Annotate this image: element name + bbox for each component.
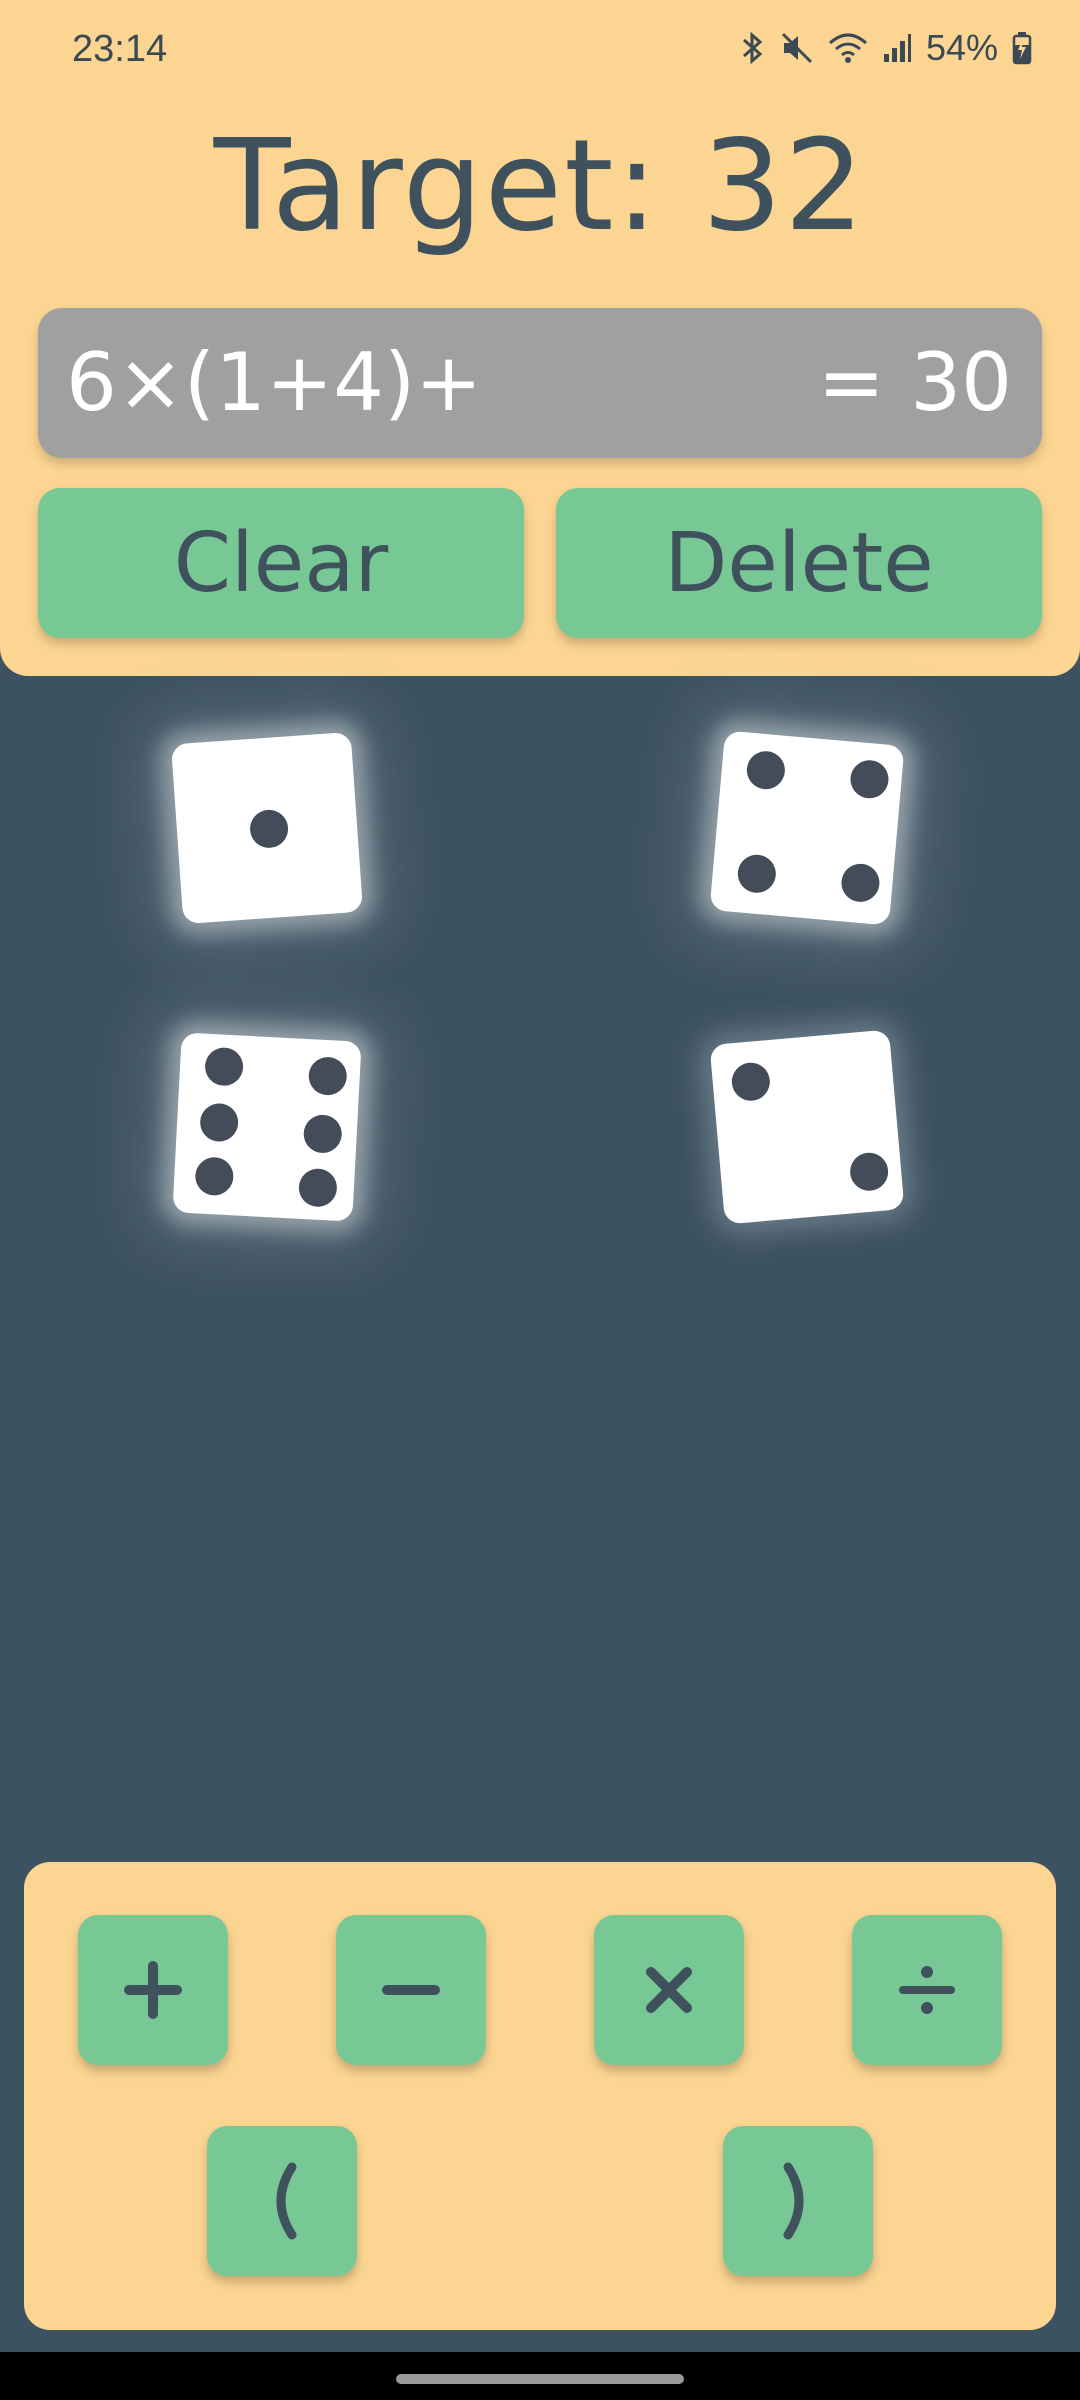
plus-icon xyxy=(123,1960,183,2020)
delete-button[interactable]: Delete xyxy=(556,488,1042,638)
die-pip xyxy=(194,1156,235,1197)
die-pip xyxy=(839,862,882,904)
divide-button[interactable] xyxy=(852,1915,1002,2065)
signal-icon xyxy=(882,32,912,64)
die-pip xyxy=(730,1061,772,1103)
clear-button[interactable]: Clear xyxy=(38,488,524,638)
minus-button[interactable] xyxy=(336,1915,486,2065)
divide-icon xyxy=(897,1960,957,2020)
die-4[interactable] xyxy=(709,1029,905,1225)
expression-text: 6×(1+4)+ xyxy=(66,336,483,429)
home-handle[interactable] xyxy=(396,2374,684,2384)
status-bar: 23:14 54% xyxy=(0,0,1080,96)
battery-charging-icon xyxy=(1012,31,1032,65)
bluetooth-icon xyxy=(740,30,766,66)
plus-button[interactable] xyxy=(78,1915,228,2065)
multiply-button[interactable] xyxy=(594,1915,744,2065)
times-icon xyxy=(639,1960,699,2020)
die-2[interactable] xyxy=(709,730,905,926)
wifi-icon xyxy=(828,31,868,65)
die-pip xyxy=(307,1056,348,1097)
mute-icon xyxy=(780,31,814,65)
die-pip xyxy=(302,1113,343,1154)
die-pip xyxy=(736,853,778,895)
open-paren-icon xyxy=(252,2161,312,2241)
die-1[interactable] xyxy=(170,731,364,925)
close-paren-icon xyxy=(768,2161,828,2241)
die-3[interactable] xyxy=(172,1032,362,1222)
die-pip xyxy=(199,1102,240,1143)
die-pip xyxy=(297,1167,338,1208)
open-paren-button[interactable] xyxy=(207,2126,357,2276)
close-paren-button[interactable] xyxy=(723,2126,873,2276)
die-pip xyxy=(248,808,290,850)
die-pip xyxy=(848,1151,890,1193)
die-pip xyxy=(745,749,787,791)
die-pip xyxy=(848,758,891,800)
minus-icon xyxy=(381,1960,441,2020)
status-icons: 54% xyxy=(740,24,1032,72)
battery-percent: 54% xyxy=(925,27,998,68)
expression-result: = 30 xyxy=(817,336,1012,429)
status-time: 23:14 xyxy=(72,28,168,70)
expression-display: 6×(1+4)+ = 30 xyxy=(38,308,1042,458)
die-pip xyxy=(204,1046,245,1087)
target-title: Target: 32 xyxy=(213,112,867,259)
